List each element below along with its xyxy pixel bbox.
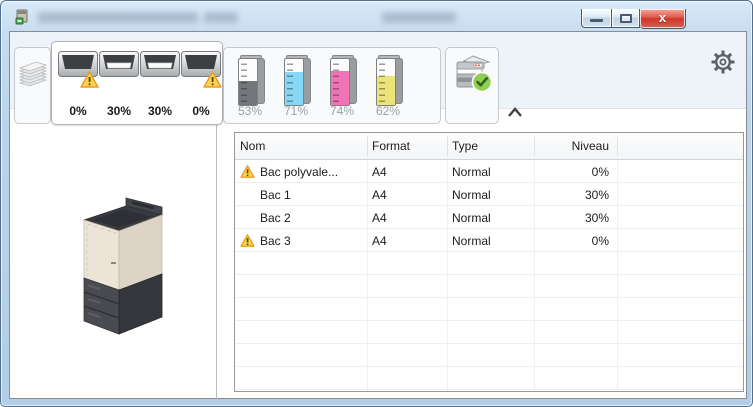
cell-format: A4 <box>372 164 387 179</box>
tray-icon-mp <box>58 50 99 88</box>
cell-nom: Bac 1 <box>235 183 367 206</box>
column-header-type[interactable]: Type <box>447 133 534 159</box>
warning-icon <box>240 234 255 247</box>
table-header: Nom Format Type Niveau <box>235 133 743 160</box>
content-area: 0% 30% 30% 0% 53% 71% 74% 62% Nom Format… <box>9 31 747 400</box>
app-printer-icon <box>15 9 28 25</box>
tray-level: 0% <box>69 104 87 118</box>
table-row[interactable]: Bac 3 A4 Normal 0% <box>235 229 743 252</box>
column-header-nom[interactable]: Nom <box>235 133 367 159</box>
tray-name: Bac 3 <box>260 233 291 248</box>
maximize-button[interactable] <box>611 9 640 28</box>
tray-name: Bac polyvale... <box>260 164 339 179</box>
cell-niveau: 0% <box>591 233 609 248</box>
settings-button[interactable] <box>710 49 736 75</box>
tab-printer-status[interactable] <box>445 47 499 124</box>
toner-level: 53% <box>237 104 263 118</box>
redacted-title-text <box>204 12 238 23</box>
printer-status-ok-icon <box>456 55 493 93</box>
tab-paper-trays[interactable]: 0% 30% 30% 0% <box>51 41 223 125</box>
close-button[interactable]: x <box>640 9 686 29</box>
toner-yellow-icon <box>376 55 403 107</box>
tray-level-labels: 0% 30% 30% 0% <box>58 104 221 118</box>
tray-icon-2 <box>140 50 180 84</box>
header-separator <box>447 136 448 156</box>
warning-icon <box>240 165 255 178</box>
cell-niveau: 30% <box>584 187 609 202</box>
toner-black-icon <box>238 55 265 107</box>
warning-icon <box>203 71 222 88</box>
toner-cyan-icon <box>284 55 311 107</box>
tab-paper-stack[interactable] <box>14 47 51 124</box>
collapse-toolbar-button[interactable] <box>506 105 524 121</box>
toner-level: 71% <box>283 104 309 118</box>
table-row[interactable]: Bac 1 A4 Normal 30% <box>235 183 743 206</box>
toner-level: 74% <box>329 104 355 118</box>
minimize-button[interactable] <box>581 9 611 28</box>
tray-level: 30% <box>106 104 132 118</box>
gear-icon <box>711 50 735 74</box>
toner-level-labels: 53% 71% 74% 62% <box>224 104 440 118</box>
tray-name: Bac 2 <box>260 210 291 225</box>
paper-stack-icon <box>18 61 48 87</box>
title-bar[interactable]: x <box>1 1 752 31</box>
cell-nom: Bac 3 <box>235 229 367 252</box>
column-header-niveau[interactable]: Niveau <box>534 133 617 159</box>
tray-status-table: Nom Format Type Niveau Bac polyvale... A… <box>234 132 744 392</box>
table-row[interactable]: Bac polyvale... A4 Normal 0% <box>235 160 743 183</box>
redacted-title-text <box>38 12 198 23</box>
maximize-icon <box>620 14 632 23</box>
header-separator <box>617 136 618 156</box>
tray-icon-row <box>58 50 222 88</box>
cell-nom: Bac polyvale... <box>235 160 367 183</box>
toner-icon-row <box>238 55 403 107</box>
cell-type: Normal <box>452 210 491 225</box>
cell-type: Normal <box>452 164 491 179</box>
cell-format: A4 <box>372 210 387 225</box>
tray-level: 0% <box>192 104 210 118</box>
minimize-icon <box>590 19 603 22</box>
tray-icon-3 <box>181 50 222 88</box>
cell-nom: Bac 2 <box>235 206 367 229</box>
toner-level: 62% <box>375 104 401 118</box>
tray-level: 30% <box>147 104 173 118</box>
close-icon: x <box>658 10 667 25</box>
tray-name: Bac 1 <box>260 187 291 202</box>
tab-toner[interactable]: 53% 71% 74% 62% <box>223 47 441 124</box>
table-row[interactable]: Bac 2 A4 Normal 30% <box>235 206 743 229</box>
cell-type: Normal <box>452 187 491 202</box>
cell-format: A4 <box>372 187 387 202</box>
cell-niveau: 0% <box>591 164 609 179</box>
redacted-title-text <box>382 12 456 23</box>
header-separator <box>367 136 368 156</box>
header-separator <box>534 136 535 156</box>
column-header-format[interactable]: Format <box>367 133 447 159</box>
status-monitor-window: x 0% 30% 30% 0% 53% 71% 74% 62% Nom Form… <box>0 0 753 407</box>
table-body: Bac polyvale... A4 Normal 0% Bac 1 A4 No… <box>235 160 743 391</box>
chevron-up-icon <box>508 107 522 117</box>
printer-3d-image <box>82 197 164 335</box>
cell-type: Normal <box>452 233 491 248</box>
window-controls: x <box>581 9 686 29</box>
cell-niveau: 30% <box>584 210 609 225</box>
warning-icon <box>80 71 99 88</box>
cell-format: A4 <box>372 233 387 248</box>
aero-window-frame: x 0% 30% 30% 0% 53% 71% 74% 62% Nom Form… <box>0 0 753 407</box>
toner-magenta-icon <box>330 55 357 107</box>
tray-icon-1 <box>99 50 139 84</box>
panel-divider <box>216 110 217 400</box>
